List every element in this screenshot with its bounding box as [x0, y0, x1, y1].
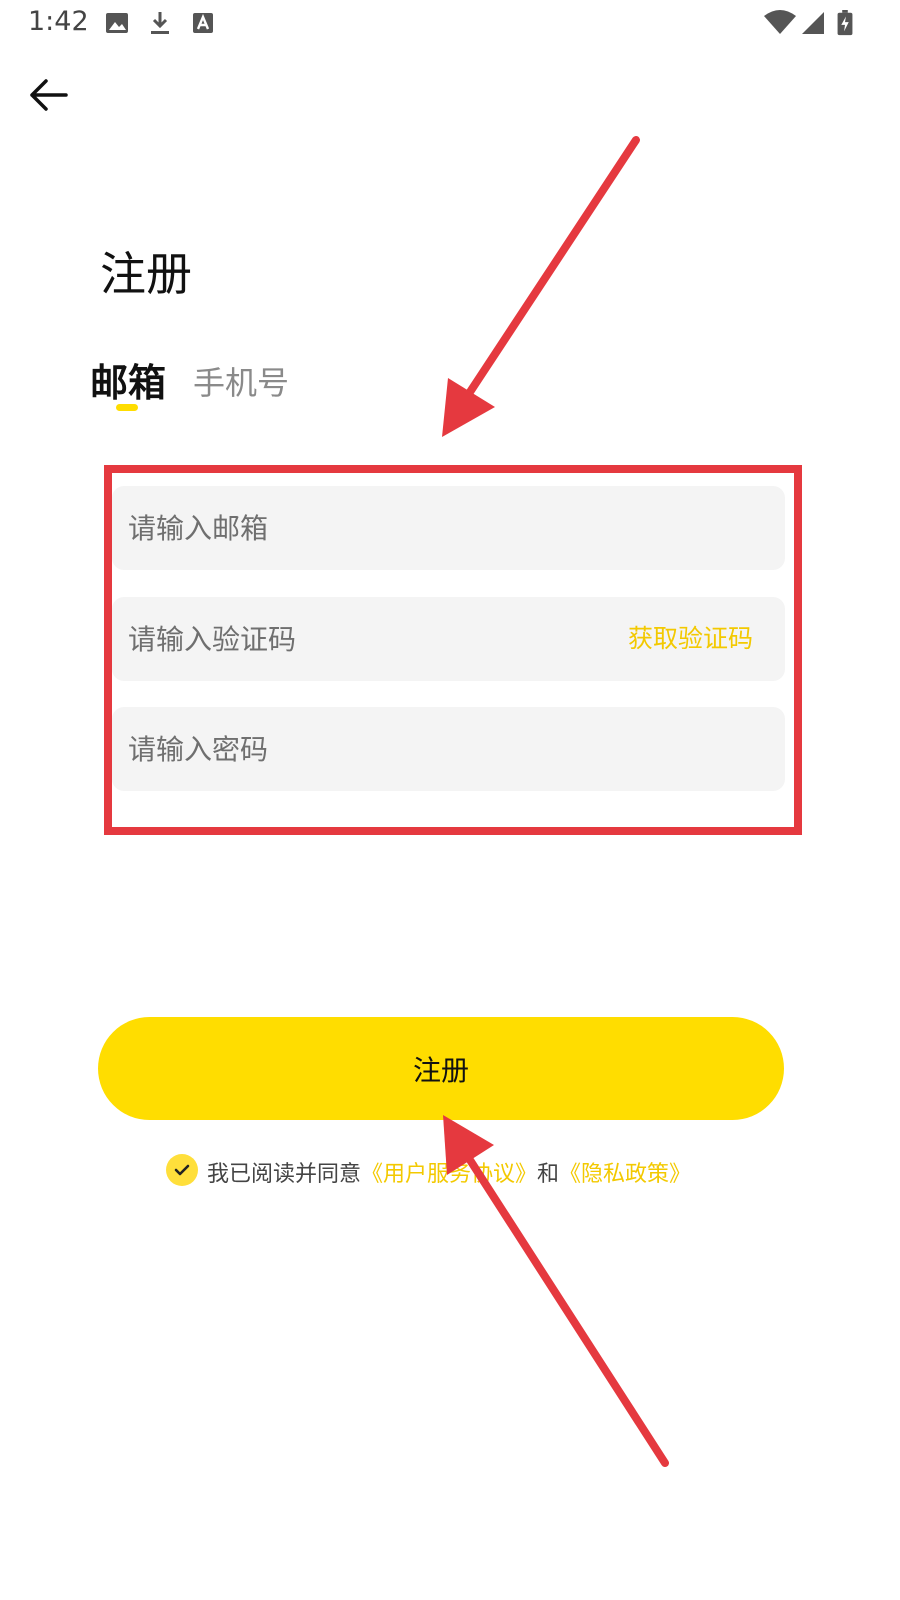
font-a-icon: [193, 13, 213, 33]
download-icon: [151, 12, 169, 34]
battery-charging-icon: [837, 10, 853, 36]
register-screen: 1:42 注册 邮箱 手机号 请输入邮箱 请输入验证码 获取验证码 注册 我已阅…: [0, 0, 900, 1600]
back-arrow-icon: [30, 79, 68, 111]
tab-email[interactable]: 邮箱: [90, 352, 166, 407]
wifi-icon: [764, 10, 796, 34]
status-time: 1:42: [28, 6, 89, 37]
active-tab-indicator: [116, 404, 138, 411]
page-title: 注册: [100, 247, 192, 301]
agreement-checkbox[interactable]: [166, 1154, 198, 1186]
tab-phone[interactable]: 手机号: [193, 358, 289, 404]
privacy-link[interactable]: 《隐私政策》: [559, 1162, 691, 1187]
annotation-highlight-box: [104, 465, 802, 835]
terms-link[interactable]: 《用户服务协议》: [361, 1162, 537, 1187]
check-icon: [174, 1164, 190, 1176]
signal-icon: [802, 12, 824, 34]
status-bar: 1:42: [0, 0, 900, 48]
annotation-arrow-top: [442, 136, 640, 437]
back-button[interactable]: [22, 70, 78, 120]
image-icon: [106, 13, 128, 33]
agreement-and: 和: [537, 1162, 560, 1187]
agreement-text: 我已阅读并同意《用户服务协议》和《隐私政策》: [207, 1156, 691, 1188]
agreement-prefix: 我已阅读并同意: [207, 1162, 362, 1187]
register-button[interactable]: 注册: [98, 1017, 784, 1120]
